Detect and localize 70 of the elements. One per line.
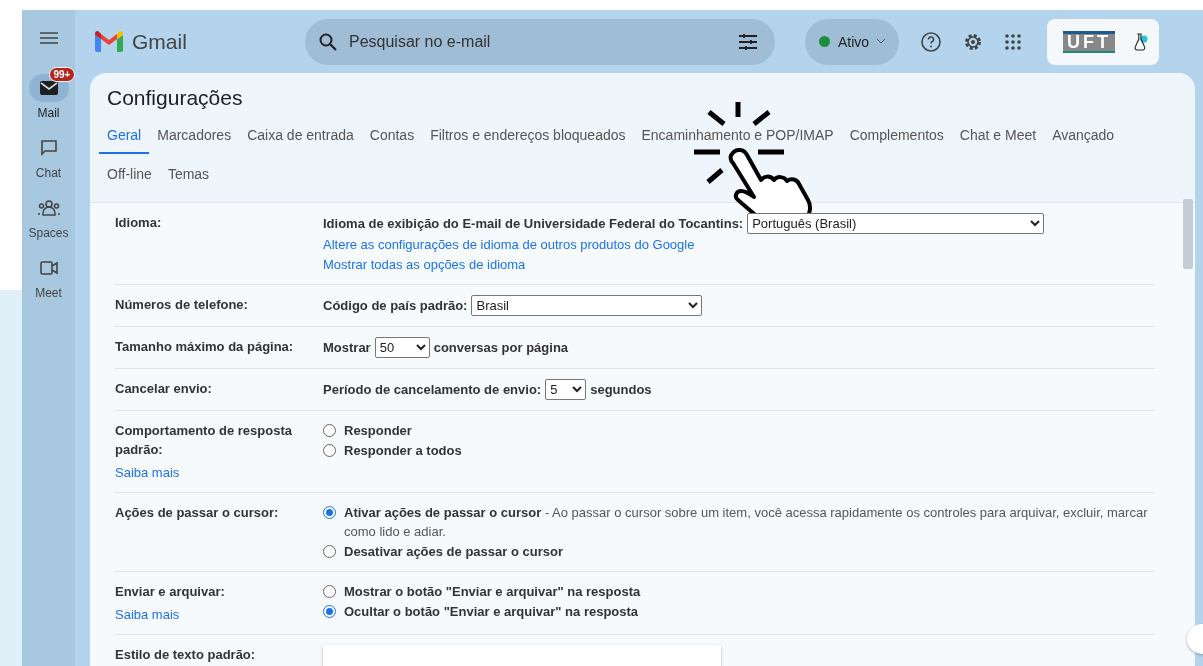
radio-button[interactable]: [323, 444, 336, 457]
chat-bubble-icon: [39, 139, 58, 157]
app-name: Gmail: [132, 29, 187, 54]
video-camera-icon: [39, 261, 58, 275]
page-title: Configurações: [107, 86, 244, 110]
radio-label: Responder: [344, 422, 412, 440]
scrollbar-thumb[interactable]: [1183, 199, 1193, 269]
field-label: Período de cancelamento de envio:: [323, 381, 542, 399]
setting-label: Tamanho máximo da página:: [115, 338, 295, 356]
setting-label: Estilo de texto padrão:: [115, 646, 257, 664]
setting-label: Comportamento de resposta padrão:: [115, 422, 293, 459]
settings-tab[interactable]: Chat e Meet: [951, 118, 1045, 154]
radio-label: Ocultar o botão "Enviar e arquivar" na resposta: [344, 603, 639, 621]
settings-tab[interactable]: Marcadores: [149, 118, 240, 154]
envelope-logo-icon: [95, 31, 123, 52]
radio-label: Responder a todos: [344, 442, 462, 460]
settings-icon[interactable]: [963, 31, 983, 52]
settings-tab[interactable]: Encaminhamento e POP/IMAP: [633, 118, 842, 154]
search-icon: [319, 32, 337, 51]
settings-tab[interactable]: Contas: [361, 118, 423, 154]
field-label: Idioma de exibição do E-mail de Universidade Federal do Tocantins:: [323, 215, 744, 233]
rail-label: Spaces: [28, 226, 69, 240]
apps-grid-icon[interactable]: [1005, 33, 1021, 50]
rail-label: Chat: [35, 166, 62, 180]
dropdown[interactable]: 50: [374, 337, 430, 358]
account-panel[interactable]: UFT: [1047, 18, 1159, 65]
settings-tab[interactable]: Caixa de entrada: [239, 118, 362, 154]
radio-button[interactable]: [323, 424, 336, 437]
status-button[interactable]: Ativo: [805, 18, 899, 65]
setting-label: Ações de passar o cursor:: [115, 504, 280, 522]
learn-more-link[interactable]: Saiba mais: [115, 605, 323, 624]
settings-tab[interactable]: Avançado: [1044, 118, 1123, 154]
settings-tab[interactable]: Filtros e endereços bloqueados: [422, 118, 634, 154]
radio-label: Ativar ações de passar o cursor - Ao passar o cursor sobre um item, você acessa rapidamente os controles para arquivar, excluir, marcar como lido e adiar.: [344, 504, 1149, 541]
radio-button[interactable]: [323, 506, 336, 519]
radio-button[interactable]: [323, 585, 336, 598]
field-label: Mostrar: [323, 339, 371, 357]
rail-label: Mail: [37, 106, 60, 120]
setting-label: Cancelar envio:: [115, 380, 213, 398]
dropdown[interactable]: 5: [545, 379, 587, 400]
radio-button[interactable]: [323, 605, 336, 618]
help-icon[interactable]: [921, 31, 941, 52]
settings-tab[interactable]: Temas: [159, 157, 218, 193]
search-field[interactable]: Pesquisar no e-mail: [347, 31, 729, 52]
settings-tab[interactable]: Geral: [99, 118, 150, 154]
radio-label: Mostrar o botão "Enviar e arquivar" na resposta: [344, 583, 641, 601]
setting-label: Enviar e arquivar:: [115, 583, 226, 601]
setting-label: Idioma:: [115, 214, 163, 232]
rail-label: Meet: [35, 286, 62, 300]
settings-link[interactable]: Mostrar todas as opções de idioma: [323, 257, 526, 272]
dropdown[interactable]: Português (Brasil): [747, 213, 1045, 234]
org-logo: UFT: [1063, 30, 1115, 53]
field-suffix: conversas por página: [433, 339, 569, 357]
learn-more-link[interactable]: Saiba mais: [115, 463, 323, 482]
setting-label: Números de telefone:: [115, 296, 249, 314]
people-group-icon: [37, 200, 60, 216]
dropdown[interactable]: Brasil: [471, 295, 703, 316]
filter-sliders-icon[interactable]: [739, 33, 757, 50]
settings-tab[interactable]: Complementos: [841, 118, 952, 154]
field-label: Código de país padrão:: [323, 297, 468, 315]
unread-count-badge: 99+: [48, 67, 76, 82]
settings-tab[interactable]: Off-line: [99, 157, 160, 193]
menu-icon[interactable]: [39, 32, 58, 44]
caret-icon: [877, 39, 886, 44]
field-suffix: segundos: [590, 381, 652, 399]
envelope-icon: [39, 81, 58, 95]
radio-button[interactable]: [323, 545, 336, 558]
radio-label: Desativar ações de passar o cursor: [344, 543, 563, 561]
settings-link[interactable]: Altere as configurações de idioma de outros produtos do Google: [323, 237, 695, 252]
search-bar[interactable]: Pesquisar no e-mail: [305, 18, 775, 65]
